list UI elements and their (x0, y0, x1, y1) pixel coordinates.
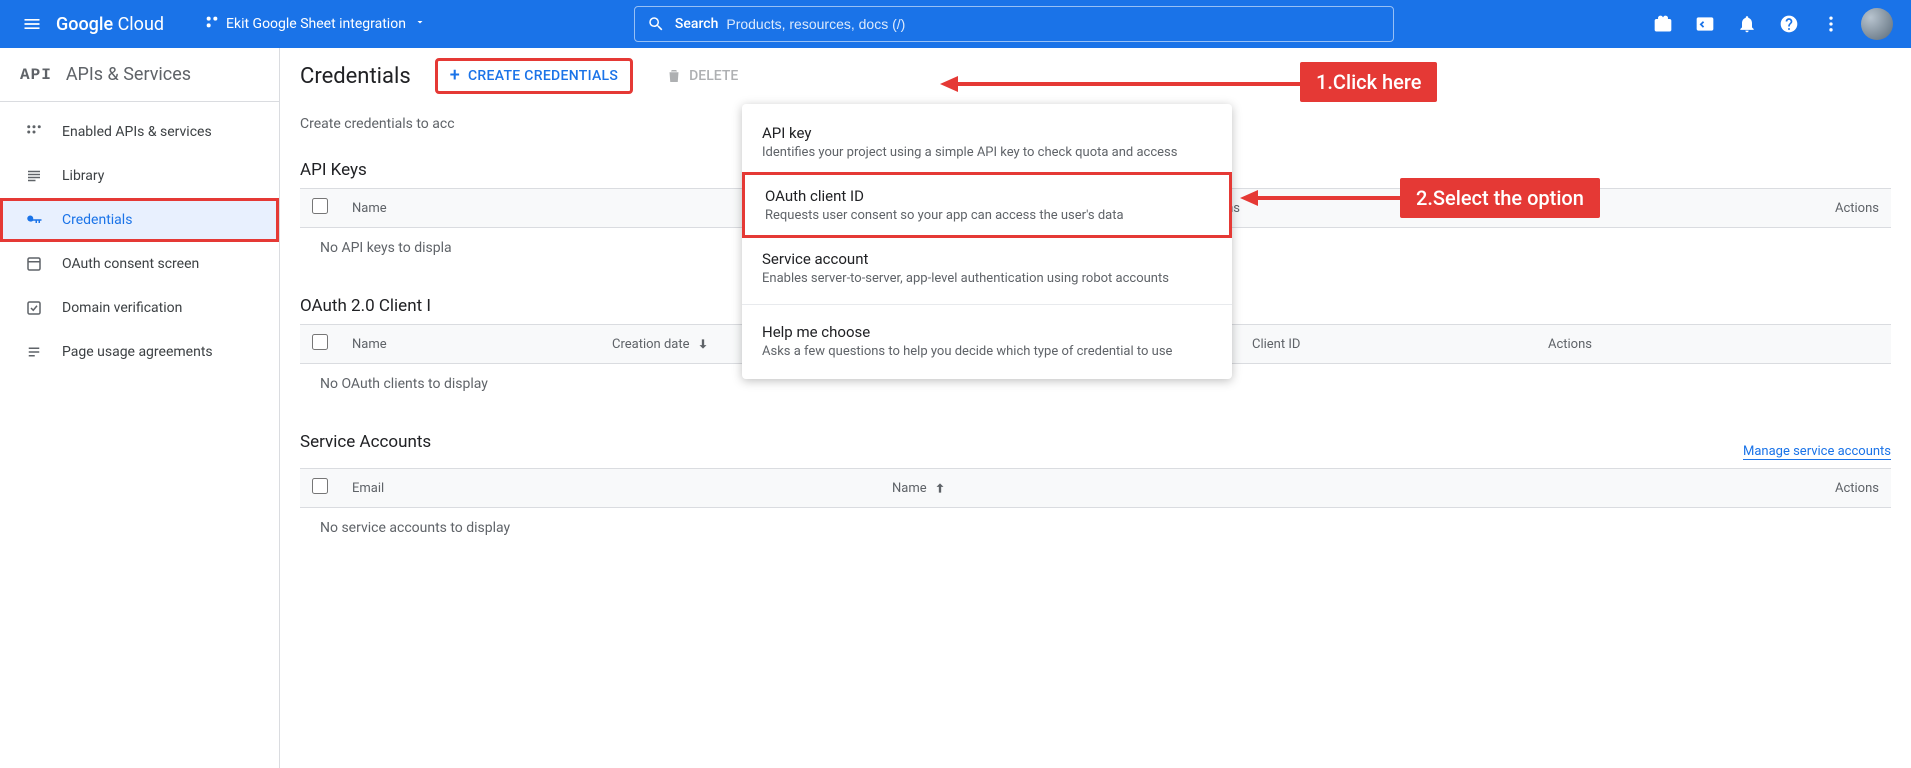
col-name: Name (352, 201, 612, 216)
select-all-oauth-checkbox[interactable] (312, 334, 328, 350)
search-input[interactable] (726, 16, 1381, 32)
sidebar-item-oauth-consent[interactable]: OAuth consent screen (0, 242, 279, 286)
delete-label: DELETE (689, 68, 738, 84)
gift-icon[interactable] (1651, 12, 1675, 36)
service-table-header: Email Name Actions (300, 468, 1891, 508)
sidebar-item-page-usage[interactable]: Page usage agreements (0, 330, 279, 374)
library-icon (20, 167, 48, 185)
search-label: Search (675, 16, 718, 32)
consent-icon (20, 255, 48, 273)
annotation-callout-2: 2.Select the option (1400, 178, 1600, 218)
header-right-icons (1651, 8, 1903, 40)
col-email: Email (352, 481, 892, 496)
sidebar-item-label: Page usage agreements (62, 344, 213, 360)
project-icon (204, 14, 220, 34)
hamburger-menu-button[interactable] (8, 0, 56, 48)
user-avatar[interactable] (1861, 8, 1893, 40)
create-credentials-label: CREATE CREDENTIALS (468, 68, 618, 84)
agreement-icon (20, 343, 48, 361)
annotation-arrow-1 (940, 74, 1300, 94)
search-box[interactable]: Search (634, 6, 1394, 42)
arrow-down-icon (696, 337, 710, 351)
project-picker[interactable]: Ekit Google Sheet integration (196, 8, 434, 40)
col-actions: Actions (1799, 481, 1879, 496)
main-content: Credentials + CREATE CREDENTIALS DELETE … (280, 48, 1911, 768)
dropdown-item-oauth-client-id[interactable]: OAuth client ID Requests user consent so… (742, 172, 1232, 238)
create-credentials-button[interactable]: + CREATE CREDENTIALS (435, 58, 633, 94)
create-credentials-dropdown: API key Identifies your project using a … (742, 104, 1232, 379)
trash-icon (665, 67, 683, 85)
key-icon (20, 211, 48, 229)
sidebar-item-label: Domain verification (62, 300, 182, 316)
help-icon[interactable] (1777, 12, 1801, 36)
sidebar-section-label: APIs & Services (66, 64, 191, 85)
manage-service-accounts-link[interactable]: Manage service accounts (1743, 444, 1891, 460)
sidebar-item-label: Enabled APIs & services (62, 124, 212, 140)
sidebar: API APIs & Services Enabled APIs & servi… (0, 48, 280, 768)
col-client-id: Client ID (1252, 337, 1512, 352)
hamburger-icon (22, 14, 42, 34)
notifications-icon[interactable] (1735, 12, 1759, 36)
service-empty: No service accounts to display (300, 508, 1891, 548)
sidebar-item-label: Credentials (62, 212, 132, 228)
page-title: Credentials (300, 64, 411, 89)
annotation-arrow-2 (1240, 188, 1400, 208)
annotation-callout-1: 1.Click here (1300, 62, 1437, 102)
dropdown-item-api-key[interactable]: API key Identifies your project using a … (742, 112, 1232, 172)
dropdown-item-service-account[interactable]: Service account Enables server-to-server… (742, 238, 1232, 298)
col-actions: Actions (1799, 201, 1879, 216)
verify-icon (20, 299, 48, 317)
sidebar-item-label: Library (62, 168, 104, 184)
delete-button[interactable]: DELETE (653, 58, 750, 94)
sidebar-item-label: OAuth consent screen (62, 256, 199, 272)
console-icon[interactable] (1693, 12, 1717, 36)
api-logo: API (20, 66, 52, 84)
more-icon[interactable] (1819, 12, 1843, 36)
top-bar: Google Google CloudCloud Ekit Google She… (0, 0, 1911, 48)
section-title-service-accounts: Service Accounts (300, 432, 431, 452)
sidebar-item-library[interactable]: Library (0, 154, 279, 198)
search-icon (647, 15, 665, 33)
project-name: Ekit Google Sheet integration (226, 16, 406, 32)
col-name[interactable]: Name (892, 481, 1799, 496)
select-all-service-checkbox[interactable] (312, 478, 328, 494)
sidebar-title: API APIs & Services (0, 48, 279, 102)
sidebar-item-credentials[interactable]: Credentials (0, 198, 279, 242)
google-cloud-logo[interactable]: Google Google CloudCloud (56, 14, 164, 35)
chevron-down-icon (414, 16, 426, 32)
col-name: Name (352, 337, 612, 352)
sidebar-item-enabled-apis[interactable]: Enabled APIs & services (0, 110, 279, 154)
dropdown-item-help-me-choose[interactable]: Help me choose Asks a few questions to h… (742, 311, 1232, 371)
col-actions: Actions (1512, 337, 1592, 352)
plus-icon: + (450, 67, 460, 85)
grid-icon (20, 123, 48, 141)
sidebar-item-domain-verification[interactable]: Domain verification (0, 286, 279, 330)
select-all-api-keys-checkbox[interactable] (312, 198, 328, 214)
arrow-up-icon (933, 481, 947, 495)
